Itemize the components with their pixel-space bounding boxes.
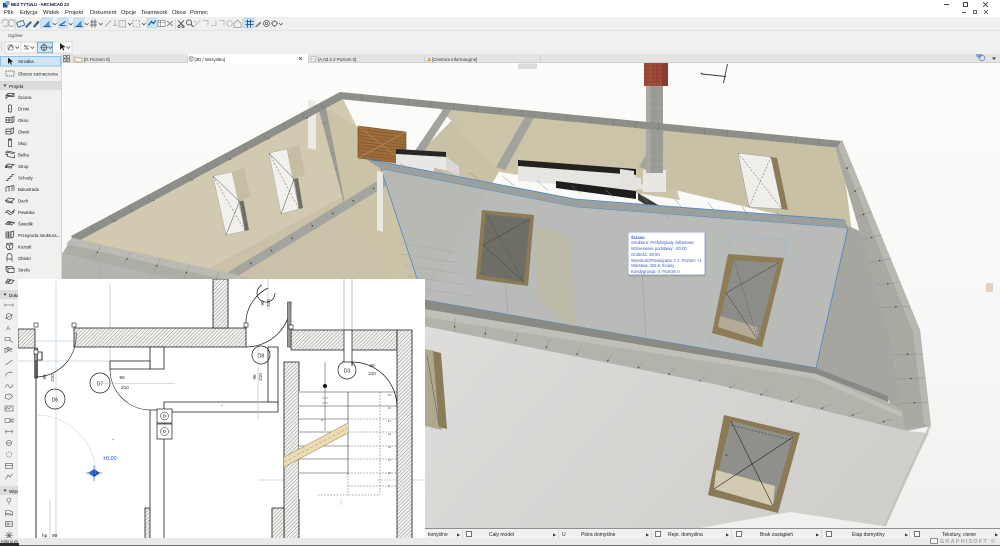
- svg-text:14: 14: [388, 419, 392, 423]
- svg-text:90: 90: [119, 375, 125, 380]
- svg-text:Powłoka: Powłoka: [18, 210, 35, 215]
- svg-text:Ściana: Ściana: [18, 95, 32, 100]
- svg-text:Strop: Strop: [18, 164, 29, 169]
- svg-text:Strzałka: Strzałka: [18, 59, 34, 64]
- svg-text:12: 12: [388, 445, 392, 449]
- svg-text:Świetlik: Świetlik: [18, 221, 34, 226]
- svg-text:15: 15: [388, 406, 392, 410]
- svg-text:80: 80: [369, 363, 375, 368]
- svg-text:D6: D6: [52, 398, 59, 404]
- svg-text:[Centrum informacyjne]: [Centrum informacyjne]: [432, 57, 477, 62]
- svg-text:Drzwi: Drzwi: [18, 106, 29, 111]
- svg-text:210: 210: [266, 299, 271, 307]
- svg-text:Przegroda struktura...: Przegroda struktura...: [18, 233, 60, 238]
- svg-text:Otwór: Otwór: [18, 129, 30, 134]
- svg-text:Okno: Okno: [18, 118, 29, 123]
- svg-text:Belka: Belka: [18, 152, 30, 157]
- svg-text:[A.03.2.2 Poziom 0]: [A.03.2.2 Poziom 0]: [318, 57, 356, 62]
- svg-text:Projekt: Projekt: [9, 84, 24, 89]
- svg-text:10: 10: [388, 471, 392, 475]
- svg-text:Słup: Słup: [18, 141, 27, 146]
- svg-text:Obszar zaznaczenia: Obszar zaznaczenia: [18, 71, 58, 76]
- svg-text:Strefa: Strefa: [18, 267, 30, 272]
- svg-text:210: 210: [258, 373, 263, 381]
- svg-text:Schody: Schody: [18, 175, 33, 180]
- svg-text:90: 90: [42, 374, 47, 380]
- svg-text:90: 90: [252, 374, 257, 380]
- svg-text:16: 16: [388, 393, 392, 397]
- svg-text:11: 11: [388, 458, 391, 462]
- svg-text:Balustrada: Balustrada: [18, 187, 40, 192]
- svg-text:D3: D3: [344, 369, 351, 375]
- svg-text:D7: D7: [97, 382, 104, 388]
- svg-text:Dach: Dach: [18, 198, 29, 203]
- svg-text:90: 90: [260, 300, 265, 306]
- svg-text:[0. Poziom 0]: [0. Poziom 0]: [84, 57, 110, 62]
- svg-text:Obiekt: Obiekt: [18, 256, 31, 261]
- svg-text:210: 210: [368, 371, 376, 376]
- svg-text:A: A: [6, 326, 11, 333]
- svg-text:Kształt: Kształt: [18, 244, 32, 249]
- svg-text:13: 13: [388, 432, 392, 436]
- svg-text:210: 210: [121, 385, 129, 390]
- svg-text:D8: D8: [258, 354, 265, 360]
- svg-text:±0.00: ±0.00: [103, 456, 117, 462]
- svg-text:210: 210: [50, 374, 55, 382]
- svg-text:[3D / Wszystko]: [3D / Wszystko]: [195, 57, 226, 62]
